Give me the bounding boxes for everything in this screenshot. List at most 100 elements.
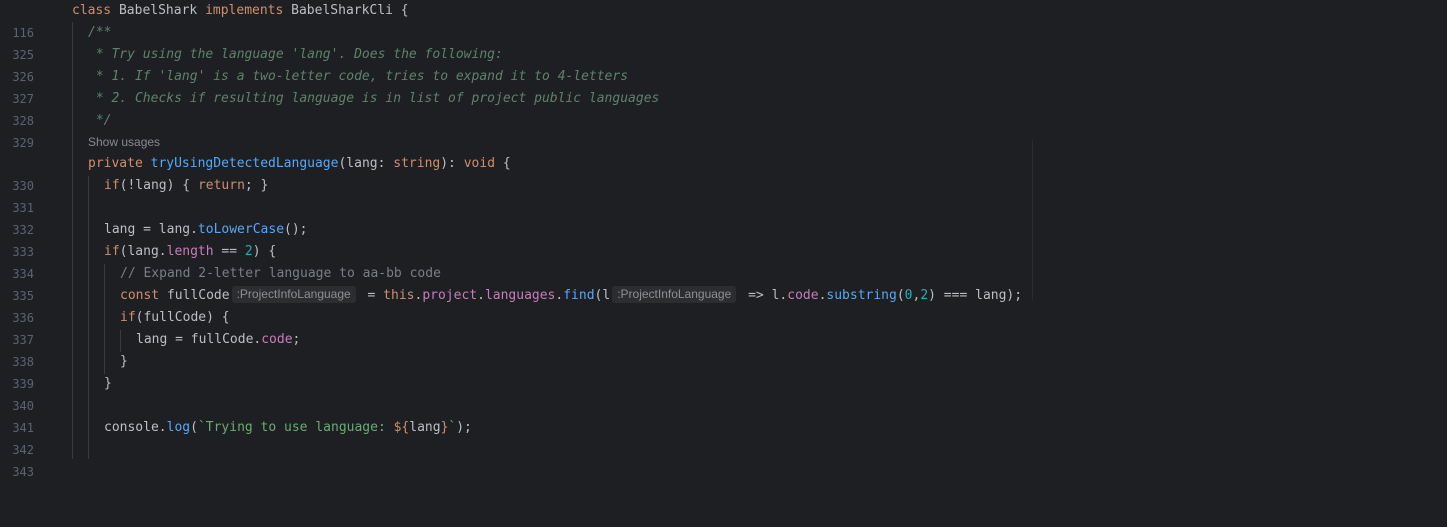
code-token: return <box>197 178 245 193</box>
code-line[interactable]: 341 <box>0 395 1447 435</box>
sticky-header-line[interactable]: 116 class BabelShark implements BabelSha… <box>0 0 1447 40</box>
code-content[interactable]: lang = lang.toLowerCase(); <box>104 219 308 241</box>
code-token: { <box>495 156 511 171</box>
code-line[interactable]: 330 private tryUsingDetectedLanguage(lan… <box>0 153 1447 193</box>
code-content[interactable]: } <box>120 351 128 373</box>
code-line[interactable]: 336 const fullCode:ProjectInfoLanguage =… <box>0 285 1447 325</box>
code-line[interactable]: 337 if(fullCode) { <box>0 307 1447 347</box>
code-content[interactable]: /** <box>88 22 111 44</box>
code-token: (); <box>284 222 308 237</box>
code-line[interactable]: 332 <box>0 197 1447 237</box>
code-token: languages <box>484 288 556 303</box>
code-token: 2 <box>920 288 929 303</box>
code-token: ; <box>292 332 301 347</box>
code-content[interactable]: private tryUsingDetectedLanguage(lang: s… <box>88 153 511 175</box>
code-token: } <box>104 376 112 391</box>
code-editor[interactable]: 116 class BabelShark implements BabelSha… <box>0 0 1447 479</box>
code-token: ( <box>190 420 198 435</box>
show-usages-link[interactable]: Show usages <box>88 131 160 153</box>
code-token: tryUsingDetectedLanguage <box>150 156 339 171</box>
code-line[interactable]: 335 // Expand 2-letter language to aa-bb… <box>0 263 1447 303</box>
code-token: class <box>72 3 119 18</box>
code-line[interactable]: 325 /** <box>0 22 1447 62</box>
code-token: log <box>166 420 191 435</box>
code-line[interactable]: 329 */ <box>0 110 1447 150</box>
code-token: substring <box>826 288 897 303</box>
code-content[interactable]: if(fullCode) { <box>120 307 230 329</box>
line-number: 329 <box>12 136 34 150</box>
code-content[interactable]: lang = fullCode.code; <box>136 329 300 351</box>
code-token: BabelSharkCli { <box>291 3 409 18</box>
code-token: ( <box>896 288 905 303</box>
code-line[interactable]: 326 * Try using the language 'lang'. Doe… <box>0 44 1447 84</box>
code-token: lang <box>409 420 441 435</box>
code-line[interactable]: 327 * 1. If 'lang' is a two-letter code,… <box>0 66 1447 106</box>
code-token: console. <box>104 420 167 435</box>
code-content[interactable]: if(!lang) { return; } <box>104 175 268 197</box>
sticky-code[interactable]: class BabelShark implements BabelSharkCl… <box>72 0 409 22</box>
code-line[interactable]: 342 console.log(`Trying to use language:… <box>0 417 1447 457</box>
code-token: (lang. <box>119 244 167 259</box>
code-token: private <box>88 156 151 171</box>
code-line[interactable]: 333 lang = lang.toLowerCase(); <box>0 219 1447 259</box>
code-content[interactable]: } <box>104 373 112 395</box>
code-token: = <box>359 288 384 303</box>
code-token: => l. <box>740 288 788 303</box>
code-token: ${ <box>393 420 410 435</box>
code-token: void <box>463 156 496 171</box>
code-token: } <box>120 354 128 369</box>
code-token: string <box>393 156 441 171</box>
code-token: * 1. If 'lang' is a two-letter code, tri… <box>88 69 629 84</box>
code-token: . <box>477 288 485 303</box>
type-inlay-hint: :ProjectInfoLanguage <box>231 286 356 303</box>
code-content[interactable]: const fullCode:ProjectInfoLanguage = thi… <box>120 285 1022 307</box>
code-content[interactable]: * 1. If 'lang' is a two-letter code, tri… <box>88 66 628 88</box>
code-token: fullCode <box>166 288 230 303</box>
code-token: toLowerCase <box>197 222 285 237</box>
code-content[interactable]: // Expand 2-letter language to aa-bb cod… <box>120 263 441 285</box>
code-token: ): <box>440 156 464 171</box>
code-token: */ <box>88 113 112 128</box>
code-token: ; } <box>244 178 269 193</box>
code-content[interactable]: console.log(`Trying to use language: ${l… <box>104 417 472 439</box>
code-token: if <box>120 310 136 325</box>
code-token: ) === lang); <box>928 288 1023 303</box>
code-token: ); <box>456 420 472 435</box>
code-token: 0 <box>904 288 913 303</box>
code-token: implements <box>205 3 292 18</box>
code-token: this <box>383 288 415 303</box>
code-content[interactable]: * 2. Checks if resulting language is in … <box>88 88 660 110</box>
code-line[interactable]: 328 * 2. Checks if resulting language is… <box>0 88 1447 128</box>
code-line[interactable]: 343 <box>0 439 1447 479</box>
code-line[interactable]: 340 } <box>0 373 1447 413</box>
code-token: lang = lang. <box>104 222 198 237</box>
code-token: (l <box>594 288 611 303</box>
code-token: if <box>104 244 120 259</box>
code-content[interactable]: */ <box>88 110 112 132</box>
code-line[interactable]: 338 lang = fullCode.code; <box>0 329 1447 369</box>
code-token: const <box>120 288 167 303</box>
code-token: if <box>104 178 120 193</box>
code-token: code <box>261 332 293 347</box>
code-token: `Trying to use language: <box>197 420 394 435</box>
code-line[interactable]: 334 if(lang.length == 2) { <box>0 241 1447 281</box>
code-token: (lang: <box>338 156 394 171</box>
code-line[interactable]: 339 } <box>0 351 1447 391</box>
code-token: (fullCode) { <box>135 310 230 325</box>
code-token: * Try using the language 'lang'. Does th… <box>88 47 503 62</box>
code-token: project <box>422 288 478 303</box>
code-token: == <box>213 244 245 259</box>
code-content[interactable]: * Try using the language 'lang'. Does th… <box>88 44 503 66</box>
code-token: // Expand 2-letter language to aa-bb cod… <box>120 266 441 281</box>
code-token: 2 <box>244 244 253 259</box>
code-token: code <box>787 288 819 303</box>
code-token: * 2. Checks if resulting language is in … <box>88 91 660 106</box>
code-token: find <box>563 288 595 303</box>
code-content[interactable]: if(lang.length == 2) { <box>104 241 276 263</box>
type-inlay-hint: :ProjectInfoLanguage <box>612 286 737 303</box>
code-line[interactable]: 331 if(!lang) { return; } <box>0 175 1447 215</box>
code-token: ) { <box>252 244 277 259</box>
line-number: 343 <box>12 465 34 479</box>
code-token: BabelShark <box>118 3 206 18</box>
code-token: /** <box>88 25 112 40</box>
